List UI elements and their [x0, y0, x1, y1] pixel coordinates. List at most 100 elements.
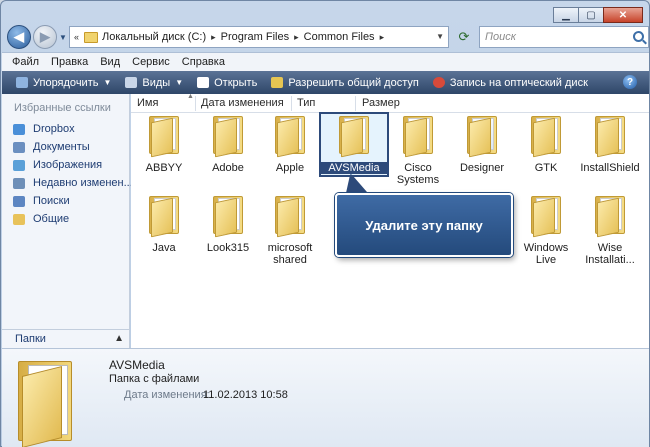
column-type[interactable]: Тип	[297, 97, 315, 109]
folder-preview-icon	[14, 357, 78, 447]
favorite-icon	[13, 141, 25, 153]
folder-label: Apple	[275, 162, 305, 174]
column-name[interactable]: Имя	[137, 97, 158, 109]
recent-pages-dropdown-icon[interactable]: ▼	[59, 33, 67, 42]
maximize-button[interactable]: ▢	[578, 7, 604, 23]
folder-icon	[146, 114, 182, 158]
folder-label: ABBYY	[145, 162, 183, 174]
breadcrumb-separator-icon[interactable]: ▸	[294, 32, 299, 43]
minimize-button[interactable]: ▁	[553, 7, 579, 23]
folder-item[interactable]: InstallShield	[577, 114, 643, 174]
folder-icon	[592, 114, 628, 158]
search-input[interactable]: Поиск	[479, 26, 649, 48]
folder-icon	[528, 114, 564, 158]
overflow-chevron-icon[interactable]: «	[74, 32, 79, 42]
organize-button[interactable]: Упорядочить ▼	[16, 77, 111, 89]
folder-label: AVSMedia	[321, 162, 387, 174]
folder-item[interactable]: Apple	[257, 114, 323, 174]
breadcrumb-local-disk[interactable]: Локальный диск (C:)	[102, 31, 206, 43]
favorite-item[interactable]: Dropbox	[2, 120, 129, 138]
breadcrumb-separator-icon[interactable]: ▸	[380, 32, 385, 43]
command-bar: Упорядочить ▼ Виды ▼ Открыть Разрешить о…	[2, 71, 649, 94]
folder-icon	[210, 194, 246, 238]
folder-item[interactable]: Adobe	[195, 114, 261, 174]
folder-item[interactable]: Java	[131, 194, 197, 254]
folder-label: Look315	[206, 242, 250, 254]
favorite-item[interactable]: Поиски	[2, 192, 129, 210]
details-name: AVSMedia	[109, 358, 165, 372]
folder-item[interactable]: AVSMedia	[319, 112, 389, 177]
menu-tools[interactable]: Сервис	[132, 56, 170, 68]
folder-item[interactable]: ABBYY	[131, 114, 197, 174]
favorite-item[interactable]: Недавно изменен...	[2, 174, 133, 192]
close-button[interactable]: ✕	[603, 7, 643, 23]
column-divider[interactable]	[355, 96, 356, 111]
breadcrumb-program-files[interactable]: Program Files	[221, 31, 289, 43]
favorite-item[interactable]: Общие	[2, 210, 129, 228]
folder-icon	[84, 31, 99, 43]
folder-label: Windows Live	[523, 242, 569, 266]
menu-file[interactable]: Файл	[12, 56, 39, 68]
navigation-pane: Избранные ссылки Dropbox Документы Изображ…	[2, 94, 133, 348]
column-divider[interactable]	[195, 96, 196, 111]
address-bar[interactable]: « Локальный диск (C:) ▸ Program Files ▸ …	[69, 26, 449, 48]
menu-help[interactable]: Справка	[182, 56, 225, 68]
burn-button[interactable]: Запись на оптический диск	[432, 76, 588, 89]
menu-view[interactable]: Вид	[100, 56, 120, 68]
folder-item[interactable]: Windows Live	[513, 194, 579, 266]
favorite-label: Поиски	[33, 195, 70, 207]
views-label: Виды	[142, 76, 171, 89]
burn-label: Запись на оптический диск	[449, 76, 588, 89]
column-divider[interactable]	[291, 96, 292, 111]
folder-icon	[464, 114, 500, 158]
breadcrumb-common-files[interactable]: Common Files	[304, 31, 375, 43]
address-dropdown-icon[interactable]: ▼	[436, 32, 444, 41]
menu-bar: Файл Правка Вид Сервис Справка	[2, 52, 649, 71]
folder-item[interactable]: Cisco Systems	[385, 114, 451, 186]
favorites-list: Dropbox Документы Изображения Недавно измен…	[2, 120, 133, 228]
sort-ascending-icon: ▲	[187, 93, 194, 100]
views-icon	[125, 77, 138, 88]
caption-buttons: ▁ ▢ ✕	[553, 7, 643, 23]
share-label: Разрешить общий доступ	[288, 76, 419, 89]
folder-item[interactable]: Look315	[195, 194, 261, 254]
folders-toggle[interactable]: Папки ▲	[2, 329, 130, 348]
views-button[interactable]: Виды ▼	[125, 77, 183, 89]
favorites-header: Избранные ссылки	[14, 102, 111, 114]
organize-label: Упорядочить	[33, 76, 99, 89]
details-date-value: 11.02.2013 10:58	[203, 389, 288, 401]
details-type: Папка с файлами	[109, 373, 200, 385]
refresh-icon[interactable]: ⟳	[453, 26, 475, 48]
explorer-window: ▁ ▢ ✕ ◀ ▶ ▼ « Локальный диск (C:) ▸ Prog…	[0, 0, 650, 447]
favorite-item[interactable]: Документы	[2, 138, 129, 156]
share-icon	[271, 77, 284, 88]
favorite-label: Документы	[33, 141, 90, 153]
column-date-modified[interactable]: Дата изменения	[201, 97, 284, 109]
burn-disc-icon	[432, 77, 445, 88]
folder-label: Adobe	[212, 162, 244, 174]
favorite-icon	[13, 177, 25, 189]
folder-item[interactable]: Designer	[449, 114, 515, 174]
folder-item[interactable]: microsoft shared	[257, 194, 323, 266]
open-button[interactable]: Открыть	[197, 77, 257, 89]
column-size[interactable]: Размер	[362, 97, 400, 109]
search-icon[interactable]	[633, 31, 644, 42]
favorite-item[interactable]: Изображения	[2, 156, 129, 174]
favorite-label: Dropbox	[33, 123, 75, 135]
open-icon	[197, 77, 210, 88]
menu-edit[interactable]: Правка	[51, 56, 88, 68]
favorite-label: Недавно изменен...	[33, 177, 133, 189]
favorite-icon	[13, 159, 25, 171]
folder-icon	[146, 194, 182, 238]
back-button[interactable]: ◀	[7, 25, 31, 49]
forward-button[interactable]: ▶	[33, 25, 57, 49]
breadcrumb-separator-icon[interactable]: ▸	[211, 32, 216, 43]
details-date-label: Дата изменения:	[124, 389, 210, 401]
favorite-label: Общие	[33, 213, 70, 225]
folder-label: InstallShield	[580, 162, 640, 174]
folder-item[interactable]: GTK	[513, 114, 579, 174]
share-button[interactable]: Разрешить общий доступ	[271, 77, 419, 89]
help-icon[interactable]: ?	[623, 75, 637, 89]
folder-item[interactable]: Wise Installati...	[577, 194, 643, 266]
folders-label: Папки	[15, 333, 46, 345]
